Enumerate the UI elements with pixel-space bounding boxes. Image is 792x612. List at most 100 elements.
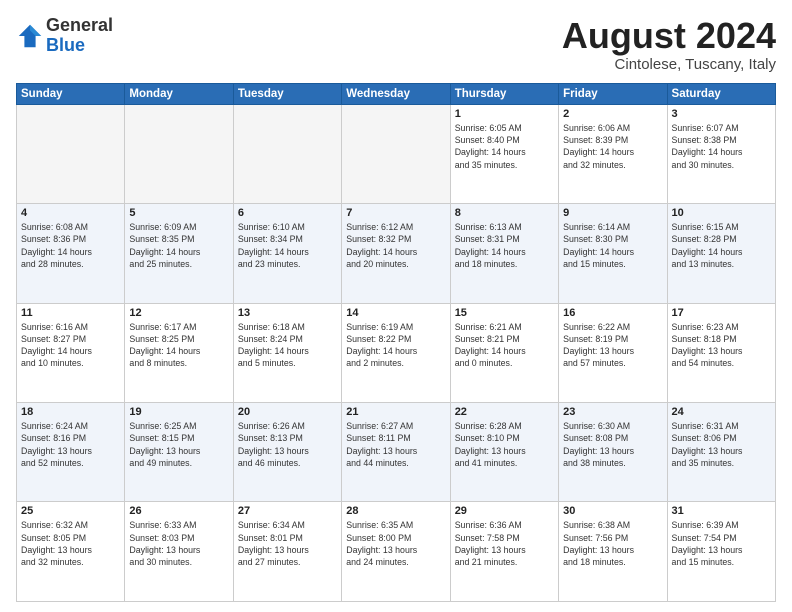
day-info: Sunrise: 6:38 AM Sunset: 7:56 PM Dayligh… [563, 519, 662, 568]
day-info: Sunrise: 6:10 AM Sunset: 8:34 PM Dayligh… [238, 221, 337, 270]
table-row: 17Sunrise: 6:23 AM Sunset: 8:18 PM Dayli… [667, 303, 775, 402]
table-row [233, 104, 341, 203]
day-number: 24 [672, 406, 771, 418]
day-info: Sunrise: 6:09 AM Sunset: 8:35 PM Dayligh… [129, 221, 228, 270]
day-number: 8 [455, 207, 554, 219]
day-number: 13 [238, 307, 337, 319]
day-info: Sunrise: 6:12 AM Sunset: 8:32 PM Dayligh… [346, 221, 445, 270]
day-number: 2 [563, 108, 662, 120]
table-row: 22Sunrise: 6:28 AM Sunset: 8:10 PM Dayli… [450, 403, 558, 502]
table-row: 12 Sunrise: 6:17 AM Sunset: 8:25 PM Dayli… [125, 303, 233, 402]
table-row: 15 Sunrise: 6:21 AM Sunset: 8:21 PM Dayli… [450, 303, 558, 402]
col-wednesday: Wednesday [342, 83, 450, 104]
day-number: 20 [238, 406, 337, 418]
day-info: Sunrise: 6:16 AM Sunset: 8:27 PM Dayligh… [21, 321, 120, 370]
day-number: 5 [129, 207, 228, 219]
month-title: August 2024 [562, 16, 776, 56]
table-row: 31 Sunrise: 6:39 AM Sunset: 7:54 PM Dayli… [667, 502, 775, 602]
day-number: 27 [238, 505, 337, 517]
day-number: 26 [129, 505, 228, 517]
table-row: 30 Sunrise: 6:38 AM Sunset: 7:56 PM Dayli… [559, 502, 667, 602]
table-row: 3 Sunrise: 6:07 AM Sunset: 8:38 PM Daylig… [667, 104, 775, 203]
day-info: Sunrise: 6:24 AM Sunset: 8:16 PM Dayligh… [21, 420, 120, 469]
day-number: 19 [129, 406, 228, 418]
day-number: 18 [21, 406, 120, 418]
table-row: 7 Sunrise: 6:12 AM Sunset: 8:32 PM Daylig… [342, 204, 450, 303]
day-info: Sunrise: 6:34 AM Sunset: 8:01 PM Dayligh… [238, 519, 337, 568]
table-row: 26 Sunrise: 6:33 AM Sunset: 8:03 PM Dayli… [125, 502, 233, 602]
table-row: 25 Sunrise: 6:32 AM Sunset: 8:05 PM Dayli… [17, 502, 125, 602]
col-sunday: Sunday [17, 83, 125, 104]
day-number: 14 [346, 307, 445, 319]
table-row [17, 104, 125, 203]
table-row [342, 104, 450, 203]
table-row: 18 Sunrise: 6:24 AM Sunset: 8:16 PM Dayli… [17, 403, 125, 502]
day-info: Sunrise: 6:39 AM Sunset: 7:54 PM Dayligh… [672, 519, 771, 568]
table-row: 19 Sunrise: 6:25 AM Sunset: 8:15 PM Dayli… [125, 403, 233, 502]
day-info: Sunrise: 6:17 AM Sunset: 8:25 PM Dayligh… [129, 321, 228, 370]
table-row: 6 Sunrise: 6:10 AM Sunset: 8:34 PM Daylig… [233, 204, 341, 303]
day-number: 12 [129, 307, 228, 319]
day-number: 1 [455, 108, 554, 120]
day-info: Sunrise: 6:23 AM Sunset: 8:18 PM Dayligh… [672, 321, 771, 370]
table-row: 11Sunrise: 6:16 AM Sunset: 8:27 PM Dayli… [17, 303, 125, 402]
day-number: 9 [563, 207, 662, 219]
table-row: 27 Sunrise: 6:34 AM Sunset: 8:01 PM Dayli… [233, 502, 341, 602]
day-info: Sunrise: 6:18 AM Sunset: 8:24 PM Dayligh… [238, 321, 337, 370]
table-row: 21Sunrise: 6:27 AM Sunset: 8:11 PM Dayli… [342, 403, 450, 502]
day-number: 22 [455, 406, 554, 418]
page: General Blue August 2024 Cintolese, Tusc… [0, 0, 792, 612]
table-row: 20 Sunrise: 6:26 AM Sunset: 8:13 PM Dayli… [233, 403, 341, 502]
calendar-header-row: Sunday Monday Tuesday Wednesday Thursday… [17, 83, 776, 104]
day-info: Sunrise: 6:05 AM Sunset: 8:40 PM Dayligh… [455, 122, 554, 171]
day-info: Sunrise: 6:31 AM Sunset: 8:06 PM Dayligh… [672, 420, 771, 469]
table-row: 23 Sunrise: 6:30 AM Sunset: 8:08 PM Dayli… [559, 403, 667, 502]
day-number: 7 [346, 207, 445, 219]
day-info: Sunrise: 6:26 AM Sunset: 8:13 PM Dayligh… [238, 420, 337, 469]
col-monday: Monday [125, 83, 233, 104]
title-block: August 2024 Cintolese, Tuscany, Italy [562, 16, 776, 73]
day-number: 16 [563, 307, 662, 319]
day-info: Sunrise: 6:25 AM Sunset: 8:15 PM Dayligh… [129, 420, 228, 469]
day-number: 15 [455, 307, 554, 319]
day-number: 25 [21, 505, 120, 517]
col-friday: Friday [559, 83, 667, 104]
table-row: 2 Sunrise: 6:06 AM Sunset: 8:39 PM Daylig… [559, 104, 667, 203]
day-info: Sunrise: 6:22 AM Sunset: 8:19 PM Dayligh… [563, 321, 662, 370]
day-number: 3 [672, 108, 771, 120]
day-number: 4 [21, 207, 120, 219]
table-row: 29 Sunrise: 6:36 AM Sunset: 7:58 PM Dayli… [450, 502, 558, 602]
table-row: 14Sunrise: 6:19 AM Sunset: 8:22 PM Dayli… [342, 303, 450, 402]
day-info: Sunrise: 6:27 AM Sunset: 8:11 PM Dayligh… [346, 420, 445, 469]
day-info: Sunrise: 6:32 AM Sunset: 8:05 PM Dayligh… [21, 519, 120, 568]
day-number: 10 [672, 207, 771, 219]
day-number: 29 [455, 505, 554, 517]
logo-general: General [46, 16, 113, 36]
logo: General Blue [16, 16, 113, 56]
day-info: Sunrise: 6:08 AM Sunset: 8:36 PM Dayligh… [21, 221, 120, 270]
logo-blue: Blue [46, 36, 113, 56]
table-row: 4 Sunrise: 6:08 AM Sunset: 8:36 PM Daylig… [17, 204, 125, 303]
table-row: 16 Sunrise: 6:22 AM Sunset: 8:19 PM Dayli… [559, 303, 667, 402]
day-number: 6 [238, 207, 337, 219]
logo-icon [16, 22, 44, 50]
day-info: Sunrise: 6:13 AM Sunset: 8:31 PM Dayligh… [455, 221, 554, 270]
table-row: 5 Sunrise: 6:09 AM Sunset: 8:35 PM Daylig… [125, 204, 233, 303]
table-row [125, 104, 233, 203]
day-info: Sunrise: 6:30 AM Sunset: 8:08 PM Dayligh… [563, 420, 662, 469]
day-info: Sunrise: 6:21 AM Sunset: 8:21 PM Dayligh… [455, 321, 554, 370]
day-info: Sunrise: 6:14 AM Sunset: 8:30 PM Dayligh… [563, 221, 662, 270]
calendar-table: Sunday Monday Tuesday Wednesday Thursday… [16, 83, 776, 602]
day-number: 31 [672, 505, 771, 517]
day-info: Sunrise: 6:35 AM Sunset: 8:00 PM Dayligh… [346, 519, 445, 568]
day-info: Sunrise: 6:06 AM Sunset: 8:39 PM Dayligh… [563, 122, 662, 171]
table-row: 28Sunrise: 6:35 AM Sunset: 8:00 PM Dayli… [342, 502, 450, 602]
day-number: 30 [563, 505, 662, 517]
col-saturday: Saturday [667, 83, 775, 104]
table-row: 13 Sunrise: 6:18 AM Sunset: 8:24 PM Dayli… [233, 303, 341, 402]
table-row: 10Sunrise: 6:15 AM Sunset: 8:28 PM Dayli… [667, 204, 775, 303]
day-info: Sunrise: 6:07 AM Sunset: 8:38 PM Dayligh… [672, 122, 771, 171]
day-number: 23 [563, 406, 662, 418]
day-info: Sunrise: 6:33 AM Sunset: 8:03 PM Dayligh… [129, 519, 228, 568]
day-info: Sunrise: 6:36 AM Sunset: 7:58 PM Dayligh… [455, 519, 554, 568]
